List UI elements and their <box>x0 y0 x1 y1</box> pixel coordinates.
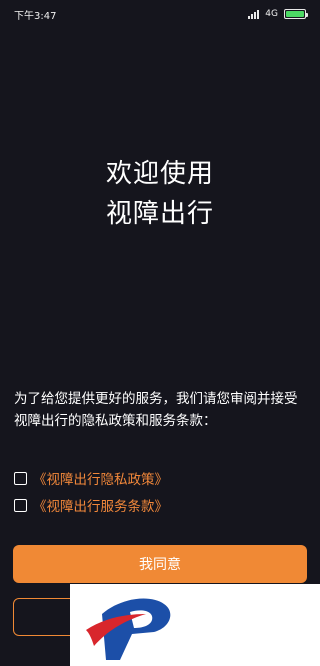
network-type: 4G <box>265 9 278 19</box>
policy-description: 为了给您提供更好的服务，我们请您审阅并接受视障出行的隐私政策和服务条款： <box>14 391 298 429</box>
signal-icon <box>248 9 260 19</box>
privacy-policy-row[interactable]: 《视障出行隐私政策》 <box>14 468 168 488</box>
welcome-line-1: 欢迎使用 <box>105 159 214 189</box>
terms-checkbox[interactable] <box>14 498 27 512</box>
welcome-title: 欢迎使用 视障出行 <box>0 154 320 234</box>
privacy-policy-link[interactable]: 《视障出行隐私政策》 <box>33 468 168 488</box>
watermark-logo <box>70 584 320 666</box>
battery-fill <box>286 11 304 17</box>
status-bar: 下午3:47 4G <box>0 0 320 28</box>
battery-icon <box>284 9 308 19</box>
terms-link[interactable]: 《视障出行服务条款》 <box>33 495 168 515</box>
status-time: 下午3:47 <box>14 10 57 22</box>
welcome-line-2: 视障出行 <box>105 199 214 229</box>
p-logo-icon <box>86 598 171 660</box>
terms-row[interactable]: 《视障出行服务条款》 <box>14 495 168 515</box>
privacy-checkbox[interactable] <box>14 471 27 485</box>
agree-button[interactable]: 我同意 <box>13 545 307 583</box>
status-indicators: 4G <box>248 9 308 19</box>
